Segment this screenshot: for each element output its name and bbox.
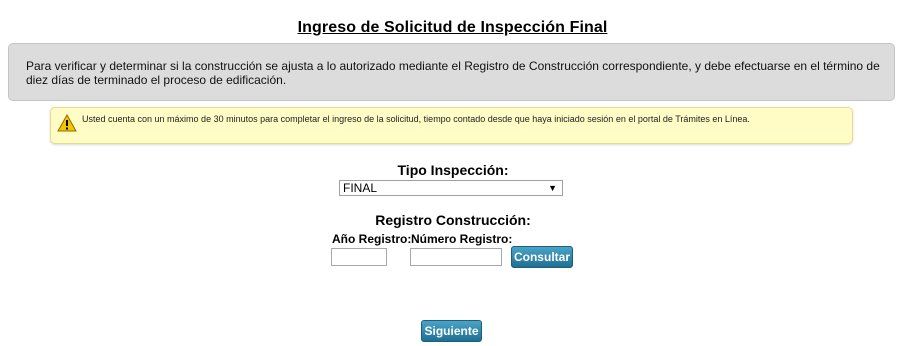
anio-registro-label: Año Registro: (332, 232, 412, 246)
anio-registro-input[interactable] (331, 248, 387, 266)
tipo-inspeccion-value: FINAL (343, 181, 378, 195)
info-box: Para verificar y determinar si la constr… (8, 43, 895, 101)
page-title: Ingreso de Solicitud de Inspección Final (297, 19, 608, 36)
warning-icon (57, 114, 77, 132)
registro-construccion-label: Registro Construcción: (375, 212, 531, 228)
numero-registro-label: Número Registro: (411, 232, 513, 246)
numero-registro-input[interactable] (410, 248, 502, 266)
page: Ingreso de Solicitud de Inspección Final… (0, 0, 905, 346)
siguiente-button[interactable]: Siguiente (421, 320, 482, 342)
warning-text: Usted cuenta con un máximo de 30 minutos… (82, 114, 750, 124)
tipo-inspeccion-label: Tipo Inspección: (397, 162, 509, 178)
tipo-inspeccion-select[interactable]: FINAL ▼ (339, 180, 563, 196)
consultar-button[interactable]: Consultar (511, 246, 573, 268)
chevron-down-icon: ▼ (548, 183, 557, 193)
warning-box: Usted cuenta con un máximo de 30 minutos… (50, 107, 853, 144)
info-text: Para verificar y determinar si la constr… (26, 59, 880, 87)
